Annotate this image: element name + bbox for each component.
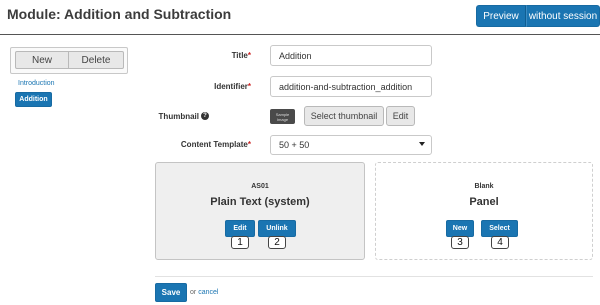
- panel-right-title: Panel: [469, 196, 499, 208]
- content-template-label: Content Template*: [180, 140, 251, 149]
- identifier-label: Identifier*: [214, 82, 251, 91]
- panel-select-button[interactable]: Select: [481, 220, 518, 237]
- select-thumbnail-button[interactable]: Select thumbnail: [304, 106, 384, 126]
- preview-button[interactable]: Preview: [476, 5, 526, 27]
- panel-left: [155, 162, 365, 260]
- identifier-input[interactable]: addition-and-subtraction_addition: [270, 76, 432, 97]
- thumbnail-image: Sample Image: [270, 109, 295, 124]
- panel-left-title: Plain Text (system): [210, 196, 310, 208]
- cancel-link[interactable]: cancel: [198, 289, 218, 296]
- marker-2: 2: [268, 236, 286, 249]
- sidebar-item-introduction[interactable]: Introduction: [18, 80, 55, 87]
- preview-button-group: Preview without session: [476, 5, 600, 27]
- title-label: Title*: [231, 51, 251, 60]
- panel-right: [375, 162, 593, 260]
- panel-left-code: AS01: [251, 183, 269, 190]
- panel-edit-button[interactable]: Edit: [225, 220, 255, 237]
- save-button[interactable]: Save: [155, 283, 187, 302]
- footer-divider: [155, 276, 593, 277]
- new-page-button[interactable]: New: [15, 51, 69, 69]
- panel-new-button[interactable]: New: [446, 220, 474, 237]
- cancel-text: or cancel: [190, 289, 219, 296]
- help-icon[interactable]: ?: [201, 112, 209, 120]
- preview-without-session-button[interactable]: without session: [526, 5, 600, 27]
- chevron-down-icon: [419, 142, 425, 146]
- header-divider: [0, 34, 600, 35]
- title-input[interactable]: Addition: [270, 45, 432, 66]
- marker-3: 3: [451, 236, 469, 249]
- page-title: Module: Addition and Subtraction: [7, 6, 232, 22]
- panel-unlink-button[interactable]: Unlink: [258, 220, 296, 237]
- delete-page-button[interactable]: Delete: [68, 51, 124, 69]
- sidebar-item-addition[interactable]: Addition: [15, 92, 52, 107]
- content-template-value: 50 + 50: [279, 140, 310, 150]
- panel-right-code: Blank: [474, 183, 494, 190]
- edit-thumbnail-button[interactable]: Edit: [386, 106, 415, 126]
- thumbnail-label: Thumbnail: [158, 112, 199, 121]
- marker-4: 4: [491, 236, 509, 249]
- content-template-select[interactable]: 50 + 50: [270, 135, 432, 155]
- marker-1: 1: [231, 236, 249, 249]
